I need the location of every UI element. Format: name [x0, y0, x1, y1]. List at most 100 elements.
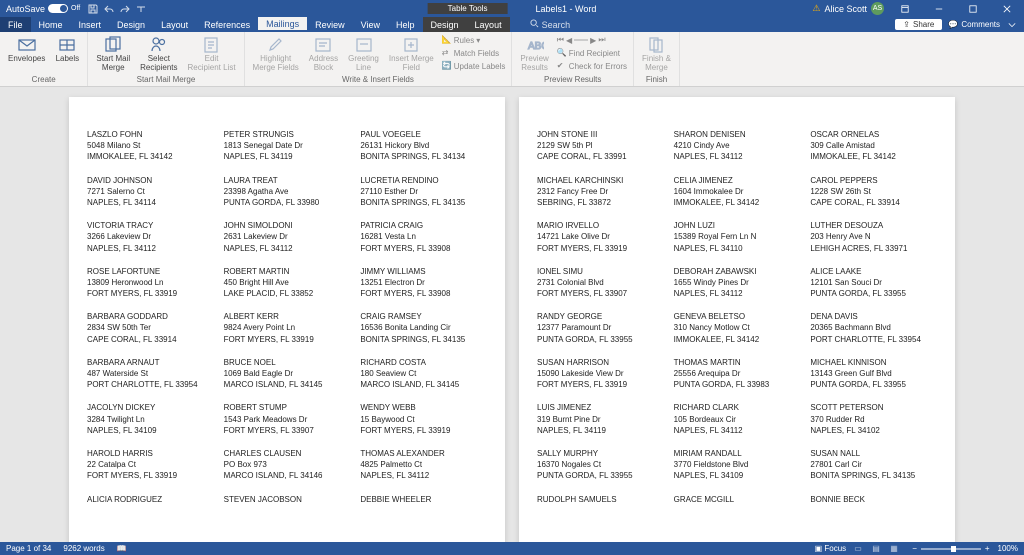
label-cell[interactable]: JOHN LUZI15389 Royal Fern Ln NNAPLES, FL… — [674, 220, 801, 254]
label-cell[interactable]: JOHN STONE III2129 SW 5th PlCAPE CORAL, … — [537, 129, 664, 163]
label-cell[interactable]: CAROL PEPPERS1228 SW 26th StCAPE CORAL, … — [810, 175, 937, 209]
label-cell[interactable]: SUSAN HARRISON15090 Lakeside View DrFORT… — [537, 357, 664, 391]
tab-layout[interactable]: Layout — [153, 17, 196, 32]
label-cell[interactable]: BARBARA GODDARD2834 SW 50th TerCAPE CORA… — [87, 311, 214, 345]
label-cell[interactable]: ROBERT MARTIN450 Bright Hill AveLAKE PLA… — [224, 266, 351, 300]
read-mode-icon[interactable]: ▭ — [854, 544, 868, 554]
address-block-button[interactable]: Address Block — [305, 34, 342, 75]
zoom-level[interactable]: 100% — [998, 544, 1018, 553]
tab-review[interactable]: Review — [307, 17, 353, 32]
labels-button[interactable]: Labels — [51, 34, 83, 66]
label-cell[interactable]: RANDY GEORGE12377 Paramount DrPUNTA GORD… — [537, 311, 664, 345]
tab-home[interactable]: Home — [31, 17, 71, 32]
label-cell[interactable]: HAROLD HARRIS22 Catalpa CtFORT MYERS, FL… — [87, 448, 214, 482]
check-errors-button[interactable]: ✔Check for Errors — [555, 60, 629, 72]
label-cell[interactable]: MIRIAM RANDALL3770 Fieldstone BlvdNAPLES… — [674, 448, 801, 482]
label-cell[interactable]: BONNIE BECK — [810, 494, 937, 505]
label-cell[interactable]: LUIS JIMENEZ319 Burnt Pine DrNAPLES, FL … — [537, 402, 664, 436]
tab-references[interactable]: References — [196, 17, 258, 32]
tab-file[interactable]: File — [0, 17, 31, 32]
label-cell[interactable]: GENEVA BELETSO310 Nancy Motlow CtIMMOKAL… — [674, 311, 801, 345]
label-cell[interactable]: MICHAEL KINNISON13143 Green Gulf BlvdPUN… — [810, 357, 937, 391]
finish-merge-button[interactable]: Finish & Merge — [638, 34, 675, 75]
edit-recipient-list-button[interactable]: Edit Recipient List — [184, 34, 240, 75]
label-cell[interactable]: ALICIA RODRIGUEZ — [87, 494, 214, 505]
label-cell[interactable]: IONEL SIMU2731 Colonial BlvdFORT MYERS, … — [537, 266, 664, 300]
comments-button[interactable]: 💬 Comments — [948, 20, 1000, 29]
label-cell[interactable]: JACOLYN DICKEY3284 Twilight LnNAPLES, FL… — [87, 402, 214, 436]
find-recipient-button[interactable]: 🔍Find Recipient — [555, 47, 629, 59]
label-cell[interactable]: SCOTT PETERSON370 Rudder RdNAPLES, FL 34… — [810, 402, 937, 436]
label-cell[interactable]: LUCRETIA RENDINO27110 Esther DrBONITA SP… — [360, 175, 487, 209]
redo-icon[interactable] — [120, 4, 130, 14]
focus-mode[interactable]: ▣ Focus — [815, 544, 847, 553]
label-cell[interactable]: ALBERT KERR9824 Avery Point LnFORT MYERS… — [224, 311, 351, 345]
zoom-out-icon[interactable]: − — [912, 544, 917, 553]
label-cell[interactable]: PETER STRUNGIS1813 Senegal Date DrNAPLES… — [224, 129, 351, 163]
autosave-toggle[interactable]: AutoSave Off — [6, 4, 80, 14]
share-button[interactable]: ⇪ Share — [895, 19, 942, 30]
label-cell[interactable]: PAUL VOEGELE26131 Hickory BlvdBONITA SPR… — [360, 129, 487, 163]
label-cell[interactable]: THOMAS ALEXANDER4825 Palmetto CtNAPLES, … — [360, 448, 487, 482]
collapse-ribbon-icon[interactable] — [1006, 19, 1018, 31]
envelopes-button[interactable]: Envelopes — [4, 34, 49, 66]
label-cell[interactable]: JOHN SIMOLDONI2631 Lakeview DrNAPLES, FL… — [224, 220, 351, 254]
status-page[interactable]: Page 1 of 34 — [6, 544, 51, 553]
rules-button[interactable]: 📐Rules▾ — [440, 34, 508, 46]
label-cell[interactable]: DAVID JOHNSON7271 Salerno CtNAPLES, FL 3… — [87, 175, 214, 209]
document-area[interactable]: LASZLO FOHN5048 Milano StIMMOKALEE, FL 3… — [0, 87, 1024, 555]
maximize-icon[interactable] — [960, 0, 986, 17]
label-cell[interactable]: BARBARA ARNAUT487 Waterside StPORT CHARL… — [87, 357, 214, 391]
match-fields-button[interactable]: ⇄Match Fields — [440, 47, 508, 59]
ribbon-display-options-icon[interactable] — [892, 0, 918, 17]
label-cell[interactable]: SUSAN NALL27801 Carl CirBONITA SPRINGS, … — [810, 448, 937, 482]
label-cell[interactable]: MARIO IRVELLO14721 Lake Olive DrFORT MYE… — [537, 220, 664, 254]
label-cell[interactable]: PATRICIA CRAIG16281 Vesta LnFORT MYERS, … — [360, 220, 487, 254]
label-cell[interactable]: LAURA TREAT23398 Agatha AvePUNTA GORDA, … — [224, 175, 351, 209]
select-recipients-button[interactable]: Select Recipients — [136, 34, 181, 75]
save-icon[interactable] — [88, 4, 98, 14]
tab-help[interactable]: Help — [388, 17, 423, 32]
label-cell[interactable]: WENDY WEBB15 Baywood CtFORT MYERS, FL 33… — [360, 402, 487, 436]
tab-design[interactable]: Design — [109, 17, 153, 32]
label-cell[interactable]: ROBERT STUMP1543 Park Meadows DrFORT MYE… — [224, 402, 351, 436]
label-cell[interactable]: ROSE LAFORTUNE13809 Heronwood LnFORT MYE… — [87, 266, 214, 300]
tab-table-layout[interactable]: Layout — [467, 17, 510, 32]
minimize-icon[interactable] — [926, 0, 952, 17]
label-cell[interactable]: OSCAR ORNELAS309 Calle AmistadIMMOKALEE,… — [810, 129, 937, 163]
label-cell[interactable]: ALICE LAAKE12101 San Souci DrPUNTA GORDA… — [810, 266, 937, 300]
label-cell[interactable]: DENA DAVIS20365 Bachmann BlvdPORT CHARLO… — [810, 311, 937, 345]
update-labels-button[interactable]: 🔄Update Labels — [440, 60, 508, 72]
label-cell[interactable]: RICHARD CLARK105 Bordeaux CirNAPLES, FL … — [674, 402, 801, 436]
zoom-in-icon[interactable]: + — [985, 544, 990, 553]
tab-table-design[interactable]: Design — [423, 17, 467, 32]
undo-icon[interactable] — [104, 4, 114, 14]
user-account[interactable]: ⚠ Alice Scott AS — [812, 2, 884, 15]
label-cell[interactable]: THOMAS MARTIN25556 Arequipa DrPUNTA GORD… — [674, 357, 801, 391]
search-box[interactable]: Search — [530, 19, 571, 30]
tab-view[interactable]: View — [353, 17, 388, 32]
tab-insert[interactable]: Insert — [71, 17, 110, 32]
label-cell[interactable]: CELIA JIMENEZ1604 Immokalee DrIMMOKALEE,… — [674, 175, 801, 209]
start-mail-merge-button[interactable]: Start Mail Merge — [92, 34, 134, 75]
label-cell[interactable]: SALLY MURPHY16370 Nogales CtPUNTA GORDA,… — [537, 448, 664, 482]
print-layout-icon[interactable]: ▤ — [872, 544, 886, 554]
label-cell[interactable]: RUDOLPH SAMUELS — [537, 494, 664, 505]
label-cell[interactable]: DEBBIE WHEELER — [360, 494, 487, 505]
label-cell[interactable]: MICHAEL KARCHINSKI2312 Fancy Free DrSEBR… — [537, 175, 664, 209]
greeting-line-button[interactable]: Greeting Line — [344, 34, 383, 75]
tab-mailings[interactable]: Mailings — [258, 17, 307, 32]
label-cell[interactable]: DEBORAH ZABAWSKI1655 Windy Pines DrNAPLE… — [674, 266, 801, 300]
preview-results-button[interactable]: ABC Preview Results — [516, 34, 552, 75]
label-cell[interactable]: LASZLO FOHN5048 Milano StIMMOKALEE, FL 3… — [87, 129, 214, 163]
spelling-icon[interactable]: 📖 — [117, 544, 127, 553]
label-cell[interactable]: JIMMY WILLIAMS13251 Electron DrFORT MYER… — [360, 266, 487, 300]
web-layout-icon[interactable]: ▦ — [890, 544, 904, 554]
highlight-merge-fields-button[interactable]: Highlight Merge Fields — [249, 34, 303, 75]
label-cell[interactable]: CHARLES CLAUSENPO Box 973MARCO ISLAND, F… — [224, 448, 351, 482]
zoom-slider[interactable]: − + — [912, 544, 989, 553]
label-cell[interactable]: RICHARD COSTA180 Seaview CtMARCO ISLAND,… — [360, 357, 487, 391]
label-cell[interactable]: CRAIG RAMSEY16536 Bonita Landing CirBONI… — [360, 311, 487, 345]
insert-merge-field-button[interactable]: Insert Merge Field — [385, 34, 438, 75]
label-cell[interactable]: VICTORIA TRACY3266 Lakeview DrNAPLES, FL… — [87, 220, 214, 254]
